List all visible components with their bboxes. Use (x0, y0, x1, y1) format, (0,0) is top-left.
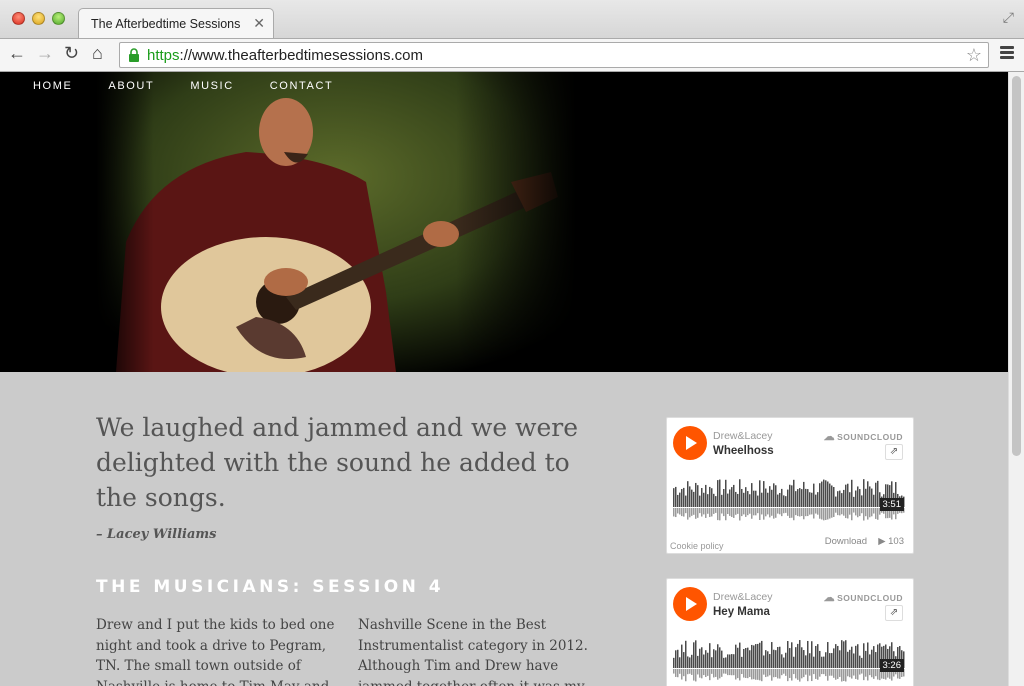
cookie-policy-link[interactable]: Cookie policy (670, 541, 724, 551)
soundcloud-logo[interactable]: ☁ SOUNDCLOUD (824, 591, 903, 604)
page-viewport: HOME ABOUT MUSIC CONTACT We laughed and … (0, 72, 1008, 686)
home-icon[interactable]: ⌂ (92, 43, 103, 64)
browser-toolbar: ← → ↻ ⌂ https://www.theafterbedtimesessi… (0, 38, 1024, 72)
article-column-2: Nashville Scene in the Best Instrumental… (358, 617, 588, 686)
track-artist[interactable]: Drew&Lacey (713, 430, 773, 442)
track-title[interactable]: Hey Mama (713, 606, 770, 618)
nav-home[interactable]: HOME (33, 80, 72, 92)
nav-contact[interactable]: CONTACT (270, 80, 334, 92)
quote-author: – Lacey Williams (96, 527, 217, 542)
section-title: The Musicians: Session 4 (96, 577, 445, 597)
download-link[interactable]: Download (825, 536, 867, 547)
url-text: https://www.theafterbedtimesessions.com (147, 47, 423, 64)
track-duration: 3:51 (879, 498, 904, 511)
play-count: ▶ 103 (878, 536, 904, 547)
article-column-1: Drew and I put the kids to bed one night… (96, 617, 335, 686)
hero-guitarist-photo (96, 72, 576, 372)
page-scrollbar[interactable] (1008, 72, 1024, 686)
scroll-thumb[interactable] (1012, 76, 1021, 456)
track-title[interactable]: Wheelhoss (713, 445, 774, 457)
site-nav: HOME ABOUT MUSIC CONTACT (33, 80, 369, 92)
browser-titlebar: The Afterbedtime Sessions ✕ ⤢ (0, 0, 1024, 39)
reload-icon[interactable]: ↻ (64, 43, 79, 64)
zoom-window-button[interactable] (52, 12, 65, 25)
play-button[interactable] (673, 426, 707, 460)
browser-tab[interactable]: The Afterbedtime Sessions ✕ (78, 8, 274, 39)
testimonial-quote: We laughed and jammed and we were deligh… (96, 413, 579, 512)
bookmark-star-icon[interactable]: ☆ (966, 45, 982, 66)
lock-icon (129, 48, 139, 62)
fullscreen-icon[interactable]: ⤢ (1003, 9, 1014, 26)
soundcloud-player: Drew&Lacey Hey Mama ☁ SOUNDCLOUD ⇗ 3:26 (666, 578, 914, 686)
minimize-window-button[interactable] (32, 12, 45, 25)
share-icon[interactable]: ⇗ (885, 605, 903, 621)
cloud-icon: ☁ (823, 592, 836, 604)
cloud-icon: ☁ (823, 431, 836, 443)
nav-music[interactable]: MUSIC (190, 80, 233, 92)
play-button[interactable] (673, 587, 707, 621)
address-bar[interactable]: https://www.theafterbedtimesessions.com … (119, 42, 989, 68)
nav-about[interactable]: ABOUT (108, 80, 154, 92)
tab-title: The Afterbedtime Sessions (91, 17, 241, 31)
back-arrow-icon[interactable]: ← (8, 43, 26, 64)
waveform[interactable] (673, 634, 905, 684)
browser-menu-icon[interactable] (1000, 46, 1014, 61)
soundcloud-player: Drew&Lacey Wheelhoss ☁ SOUNDCLOUD ⇗ 3:51 … (666, 417, 914, 554)
tab-close-icon[interactable]: ✕ (253, 15, 265, 32)
hero-banner: HOME ABOUT MUSIC CONTACT (0, 72, 1008, 372)
forward-arrow-icon[interactable]: → (36, 43, 54, 64)
waveform[interactable] (673, 473, 905, 523)
track-artist[interactable]: Drew&Lacey (713, 591, 773, 603)
share-icon[interactable]: ⇗ (885, 444, 903, 460)
track-duration: 3:26 (879, 659, 904, 672)
soundcloud-logo[interactable]: ☁ SOUNDCLOUD (824, 430, 903, 443)
close-window-button[interactable] (12, 12, 25, 25)
